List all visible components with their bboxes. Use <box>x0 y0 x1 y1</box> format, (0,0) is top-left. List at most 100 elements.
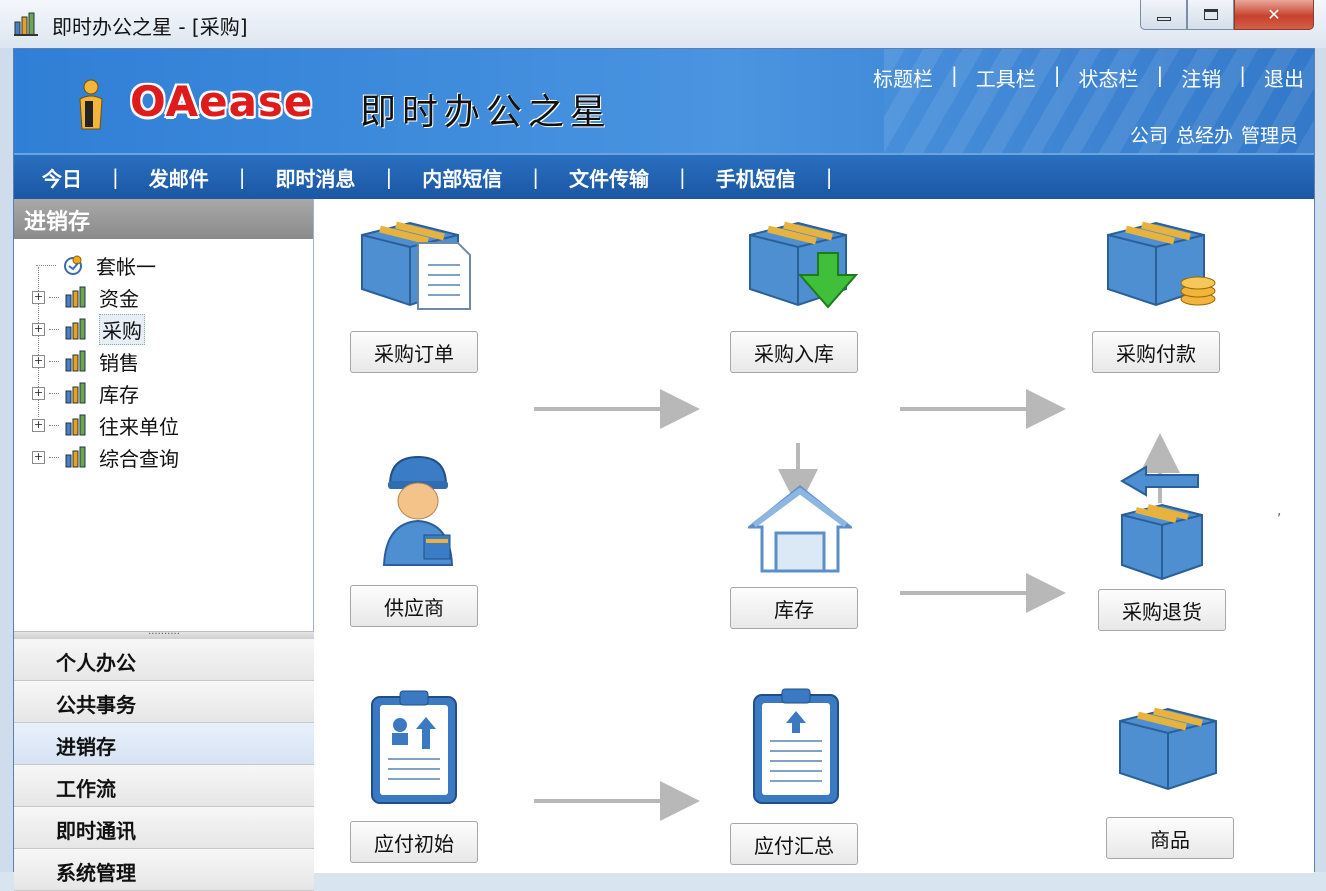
purchase-in-icon[interactable] <box>746 213 862 313</box>
maximize-icon <box>1203 9 1218 20</box>
logo-person-icon <box>79 79 103 130</box>
separator: | <box>1239 63 1246 87</box>
separator: | <box>825 165 833 189</box>
bar-chart-icon <box>65 318 86 340</box>
purchase-payment-button[interactable]: 采购付款 <box>1092 331 1220 373</box>
tree-item-query[interactable]: + 综合查询 <box>32 441 179 473</box>
goods-icon[interactable] <box>1114 701 1224 797</box>
tree-connector <box>36 264 56 266</box>
separator: | <box>112 165 119 189</box>
separator: | <box>385 165 393 189</box>
menu-toolbar[interactable]: 工具栏 <box>976 63 1036 92</box>
bar-chart-icon <box>65 350 86 372</box>
menu-titlebar[interactable]: 标题栏 <box>873 63 933 92</box>
menu-exit[interactable]: 退出 <box>1264 63 1304 92</box>
separator: | <box>679 165 686 189</box>
svg-text:,: , <box>1277 503 1281 519</box>
tree-item-inventory[interactable]: + 库存 <box>32 377 179 409</box>
nav-mobile-sms[interactable]: 手机短信 <box>714 163 798 192</box>
tree-connector <box>49 456 59 458</box>
tree-item-label: 采购 <box>99 313 145 345</box>
outlook-system-admin[interactable]: 系统管理 <box>14 849 314 891</box>
app-window: 即时办公之星 - [采购] ✕ OAease 即时办公之星 标题栏 | 工具栏 | … <box>0 0 1326 891</box>
title-bar: 即时办公之星 - [采购] ✕ <box>0 0 1326 48</box>
tree-item-label: 库存 <box>99 382 139 407</box>
payable-summary-button[interactable]: 应付汇总 <box>730 823 858 865</box>
menu-logout[interactable]: 注销 <box>1181 63 1221 92</box>
expand-icon[interactable]: + <box>32 418 45 432</box>
tree-item-sales[interactable]: + 销售 <box>32 345 179 377</box>
tree-item-partners[interactable]: + 往来单位 <box>32 409 179 441</box>
separator: | <box>951 63 958 87</box>
goods-button[interactable]: 商品 <box>1106 817 1234 859</box>
bar-chart-icon <box>65 446 86 468</box>
nav-instant-message[interactable]: 即时消息 <box>274 163 358 192</box>
account-book-icon <box>64 255 82 275</box>
sidebar-header: 进销存 <box>14 199 313 239</box>
outlook-inventory[interactable]: 进销存 <box>14 723 314 765</box>
user-company: 公司 <box>1129 125 1168 147</box>
top-menu: 标题栏 | 工具栏 | 状态栏 | 注销 | 退出 <box>873 63 1304 92</box>
expand-icon[interactable]: + <box>32 290 45 304</box>
payable-summary-icon[interactable] <box>750 687 842 807</box>
sidebar-splitter[interactable]: ·········· <box>14 630 314 640</box>
nav-internal-sms[interactable]: 内部短信 <box>420 163 504 192</box>
tree-item-label: 综合查询 <box>99 446 179 471</box>
outlook-bar: 个人办公 公共事务 进销存 工作流 即时通讯 系统管理 <box>14 639 314 891</box>
purchase-return-button[interactable]: 采购退货 <box>1098 589 1226 631</box>
window-title: 即时办公之星 - [采购] <box>52 15 248 39</box>
nav-today[interactable]: 今日 <box>40 163 84 192</box>
stock-button[interactable]: 库存 <box>730 587 858 629</box>
warehouse-icon[interactable] <box>748 483 852 573</box>
expand-icon[interactable]: + <box>32 386 45 400</box>
bar-chart-icon <box>65 286 86 308</box>
supplier-button[interactable]: 供应商 <box>350 585 478 627</box>
payable-init-button[interactable]: 应付初始 <box>350 821 478 863</box>
expand-icon[interactable]: + <box>32 322 45 336</box>
menu-statusbar[interactable]: 状态栏 <box>1079 63 1139 92</box>
tree-item-label: 资金 <box>99 286 139 311</box>
bar-chart-icon <box>65 414 86 436</box>
tree-item-funds[interactable]: + 资金 <box>32 281 179 313</box>
purchase-order-icon[interactable] <box>358 213 474 313</box>
maximize-button[interactable] <box>1187 0 1234 30</box>
purchase-payment-icon[interactable] <box>1104 213 1220 313</box>
purchase-return-icon[interactable] <box>1118 465 1206 585</box>
purchase-order-button[interactable]: 采购订单 <box>350 331 478 373</box>
tree-connector <box>49 360 59 362</box>
minimize-button[interactable] <box>1140 0 1187 30</box>
tree-item-purchase[interactable]: + 采购 <box>32 313 179 345</box>
nav-file-transfer[interactable]: 文件传输 <box>567 163 651 192</box>
outlook-public-affairs[interactable]: 公共事务 <box>14 681 314 723</box>
supplier-icon[interactable] <box>380 453 460 569</box>
logo-chinese-text: 即时办公之星 <box>360 92 613 133</box>
sidebar: 进销存 套帐一 + 资金 + 采购 + 销售 + 库存 + 往来单位 + 综合查… <box>14 199 314 891</box>
tree-item-label: 往来单位 <box>99 414 179 439</box>
outlook-instant-comm[interactable]: 即时通讯 <box>14 807 314 849</box>
expand-icon[interactable]: + <box>32 354 45 368</box>
outlook-personal-office[interactable]: 个人办公 <box>14 639 314 681</box>
purchase-in-button[interactable]: 采购入库 <box>730 331 858 373</box>
app-chart-icon <box>14 12 38 36</box>
separator: | <box>1156 63 1164 87</box>
expand-icon[interactable]: + <box>32 450 45 464</box>
window-controls: ✕ <box>1140 0 1314 32</box>
minimize-icon <box>1156 16 1171 21</box>
tree-item-account[interactable]: 套帐一 <box>32 249 179 281</box>
user-info: 公司 总经办 管理员 <box>1130 121 1298 148</box>
tree-item-label: 销售 <box>99 350 139 375</box>
module-tree: 套帐一 + 资金 + 采购 + 销售 + 库存 + 往来单位 + 综合查询 <box>32 249 179 473</box>
payable-init-icon[interactable] <box>368 689 460 807</box>
tree-connector <box>49 392 59 394</box>
close-button[interactable]: ✕ <box>1234 0 1314 30</box>
tree-connector <box>49 296 59 298</box>
purchase-flow-panel: , 采购订单 采购入库 采购付款 供应商 库存 采购退货 应付初始 应付汇总 商… <box>314 199 1314 873</box>
quick-nav-bar: 今日 | 发邮件 | 即时消息 | 内部短信 | 文件传输 | 手机短信 | <box>14 155 1314 199</box>
logo-text: OAease <box>130 77 314 126</box>
tree-item-label: 套帐一 <box>96 254 156 279</box>
user-role: 管理员 <box>1240 125 1298 147</box>
banner: OAease 即时办公之星 标题栏 | 工具栏 | 状态栏 | 注销 | 退出 公司 总… <box>14 49 1314 155</box>
client-area: OAease 即时办公之星 标题栏 | 工具栏 | 状态栏 | 注销 | 退出 公司 总… <box>13 48 1315 891</box>
nav-send-mail[interactable]: 发邮件 <box>147 163 211 192</box>
outlook-workflow[interactable]: 工作流 <box>14 765 314 807</box>
